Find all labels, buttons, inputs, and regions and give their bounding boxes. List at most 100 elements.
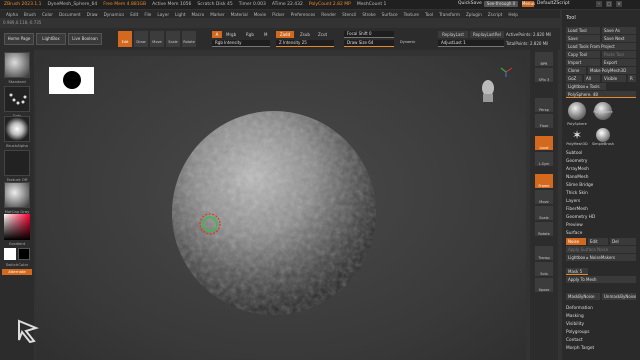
maximize-icon[interactable]: □: [606, 1, 612, 7]
menu-marker[interactable]: Marker: [210, 12, 224, 17]
goz-button[interactable]: GoZ: [566, 75, 582, 82]
menu-zscript[interactable]: Zscript: [488, 12, 503, 17]
section-nanomesh[interactable]: NanoMesh: [566, 175, 589, 180]
goz-r-button[interactable]: R: [628, 75, 636, 82]
section-masking[interactable]: Masking: [566, 314, 584, 319]
section-surface[interactable]: Surface: [566, 231, 582, 236]
menu-macro[interactable]: Macro: [192, 12, 205, 17]
scale-view-button[interactable]: Scale: [535, 206, 553, 220]
focal-shift-slider[interactable]: Focal Shift 0: [344, 31, 394, 38]
zcut-button[interactable]: Zcut: [318, 32, 327, 37]
menu-picker[interactable]: Picker: [272, 12, 284, 17]
menu-document[interactable]: Document: [59, 12, 81, 17]
section-layers[interactable]: Layers: [566, 199, 580, 204]
paste-tool-button[interactable]: Paste Tool: [602, 51, 636, 58]
adjust-last-slider[interactable]: AdjustLast 1: [438, 40, 504, 47]
section-thick-skin[interactable]: Thick Skin: [566, 191, 588, 196]
section-morph-target[interactable]: Morph Target: [566, 346, 594, 351]
simplebrush-thumb[interactable]: [596, 128, 610, 142]
transp-button[interactable]: Transp: [535, 246, 553, 260]
load-tools-from-project-button[interactable]: Load Tools From Project: [566, 43, 636, 50]
live-boolean-button[interactable]: Live Boolean: [68, 33, 102, 45]
floor-button[interactable]: Floor: [535, 114, 553, 128]
scale-mode-button[interactable]: Scale: [166, 31, 180, 47]
menu-transform[interactable]: Transform: [439, 12, 460, 17]
zsub-button[interactable]: Zsub: [300, 32, 310, 37]
close-icon[interactable]: ×: [616, 1, 622, 7]
m-button[interactable]: M: [264, 32, 267, 37]
menu-texture[interactable]: Texture: [404, 12, 419, 17]
quicksave-button[interactable]: QuickSave: [458, 1, 482, 8]
apply-surface-noise-button[interactable]: Apply Surface Noise: [566, 246, 636, 253]
section-contact[interactable]: Contact: [566, 338, 583, 343]
menu-stencil[interactable]: Stencil: [342, 12, 356, 17]
export-button[interactable]: Export: [602, 59, 636, 66]
menu-light[interactable]: Light: [175, 12, 185, 17]
mrgb-button[interactable]: Mrgb: [226, 32, 236, 37]
menu-brush[interactable]: Brush: [24, 12, 36, 17]
lsym-button[interactable]: L.Sym: [535, 152, 553, 166]
texture-thumbnail[interactable]: [4, 150, 30, 176]
local-button[interactable]: Local: [535, 136, 553, 150]
bpr-button[interactable]: BPR: [535, 52, 553, 66]
noise-edit-button[interactable]: Edit: [588, 238, 608, 245]
material-thumbnail[interactable]: [4, 182, 30, 208]
replay-last-button[interactable]: ReplayLast: [438, 31, 468, 38]
menu-tool[interactable]: Tool: [425, 12, 433, 17]
section-visibility[interactable]: Visibility: [566, 322, 584, 327]
section-fibermesh[interactable]: FiberMesh: [566, 207, 588, 212]
zadd-button[interactable]: Zadd: [276, 31, 294, 38]
menu-stroke[interactable]: Stroke: [362, 12, 375, 17]
draw-size-slider[interactable]: Draw Size 64: [344, 40, 394, 47]
save-button[interactable]: Save: [566, 35, 600, 42]
dynamic-button[interactable]: Dynamic: [400, 40, 415, 44]
menu-render[interactable]: Render: [321, 12, 336, 17]
menu-alpha[interactable]: Alpha: [6, 12, 18, 17]
z-intensity-slider[interactable]: Z Intensity 25: [276, 40, 334, 47]
switch-color-button[interactable]: SwitchColor: [2, 262, 32, 267]
main-color-swatch[interactable]: [4, 248, 16, 260]
section-preview[interactable]: Preview: [566, 223, 583, 228]
secondary-color-swatch[interactable]: [18, 248, 30, 260]
section-subtool[interactable]: Subtool: [566, 151, 582, 156]
polysphere-thumb[interactable]: [568, 102, 586, 120]
save-as-button[interactable]: Save As: [602, 27, 636, 34]
alpha-thumbnail[interactable]: [4, 116, 30, 142]
color-picker[interactable]: [4, 214, 30, 240]
rgb-button[interactable]: Rgb: [246, 32, 254, 37]
alternate-button[interactable]: Alternate: [2, 269, 32, 275]
move-mode-button[interactable]: Move: [150, 31, 164, 47]
section-slime-bridge[interactable]: Slime Bridge: [566, 183, 593, 188]
rgb-intensity-slider[interactable]: Rgb Intensity: [212, 40, 270, 47]
seethrough-slider[interactable]: See-through 0: [484, 1, 518, 7]
save-next-button[interactable]: Save Next: [602, 35, 636, 42]
home-page-button[interactable]: Home Page: [4, 33, 34, 45]
menu-zplugin[interactable]: Zplugin: [466, 12, 482, 17]
replay-last-rel-button[interactable]: ReplayLastRel: [470, 31, 504, 38]
stroke-thumbnail[interactable]: [4, 86, 30, 112]
brush-thumbnail[interactable]: [4, 52, 30, 78]
lightbox-button[interactable]: LightBox: [36, 33, 66, 45]
lightbox-tools-button[interactable]: Lightbox ▸ Tools: [566, 83, 606, 90]
xpose-button[interactable]: Xpose: [535, 278, 553, 292]
move-view-button[interactable]: Move: [535, 190, 553, 204]
polysphere-slider[interactable]: PolySphere. 48: [566, 91, 636, 98]
section-polygroups[interactable]: Polygroups: [566, 330, 590, 335]
menu-edit[interactable]: Edit: [130, 12, 138, 17]
section-arraymesh[interactable]: ArrayMesh: [566, 167, 589, 172]
menu-layer[interactable]: Layer: [157, 12, 169, 17]
apply-to-mesh-button[interactable]: Apply To Mesh: [566, 276, 636, 283]
menu-draw[interactable]: Draw: [87, 12, 98, 17]
goz-visible-button[interactable]: Visible: [602, 75, 626, 82]
menu-surface[interactable]: Surface: [382, 12, 398, 17]
menu-file[interactable]: File: [144, 12, 151, 17]
viewport-canvas[interactable]: [18, 56, 526, 360]
section-geometry[interactable]: Geometry: [566, 159, 587, 164]
rotate-mode-button[interactable]: Rotate: [182, 31, 196, 47]
draw-mode-button[interactable]: Draw: [134, 31, 148, 47]
lightbox-noisemakers-button[interactable]: Lightbox ▸ NoiseMakers: [566, 254, 636, 261]
menu-dynamics[interactable]: Dynamics: [104, 12, 125, 17]
goz-all-button[interactable]: All: [584, 75, 600, 82]
star-tool-icon[interactable]: ✶: [568, 128, 586, 142]
spix-button[interactable]: SPix 3: [535, 68, 553, 82]
